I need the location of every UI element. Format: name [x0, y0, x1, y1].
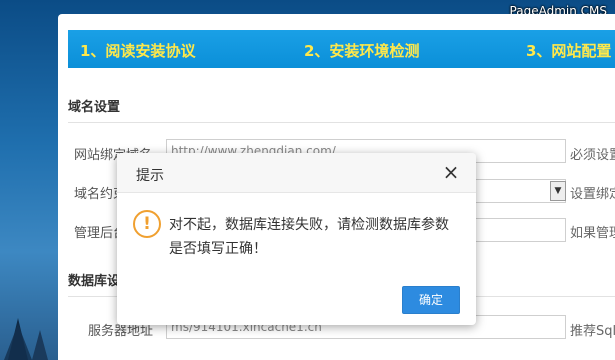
- dialog-header: 提示 ×: [117, 153, 476, 193]
- ok-button[interactable]: 确定: [402, 286, 460, 314]
- dialog-message: 对不起，数据库连接失败，请检测数据库参数是否填写正确！: [169, 217, 449, 257]
- close-icon[interactable]: ×: [440, 161, 462, 183]
- dialog-title: 提示: [136, 168, 164, 184]
- alert-dialog: 提示 × ! 对不起，数据库连接失败，请检测数据库参数是否填写正确！ 确定: [117, 153, 476, 325]
- warning-icon: !: [133, 210, 161, 238]
